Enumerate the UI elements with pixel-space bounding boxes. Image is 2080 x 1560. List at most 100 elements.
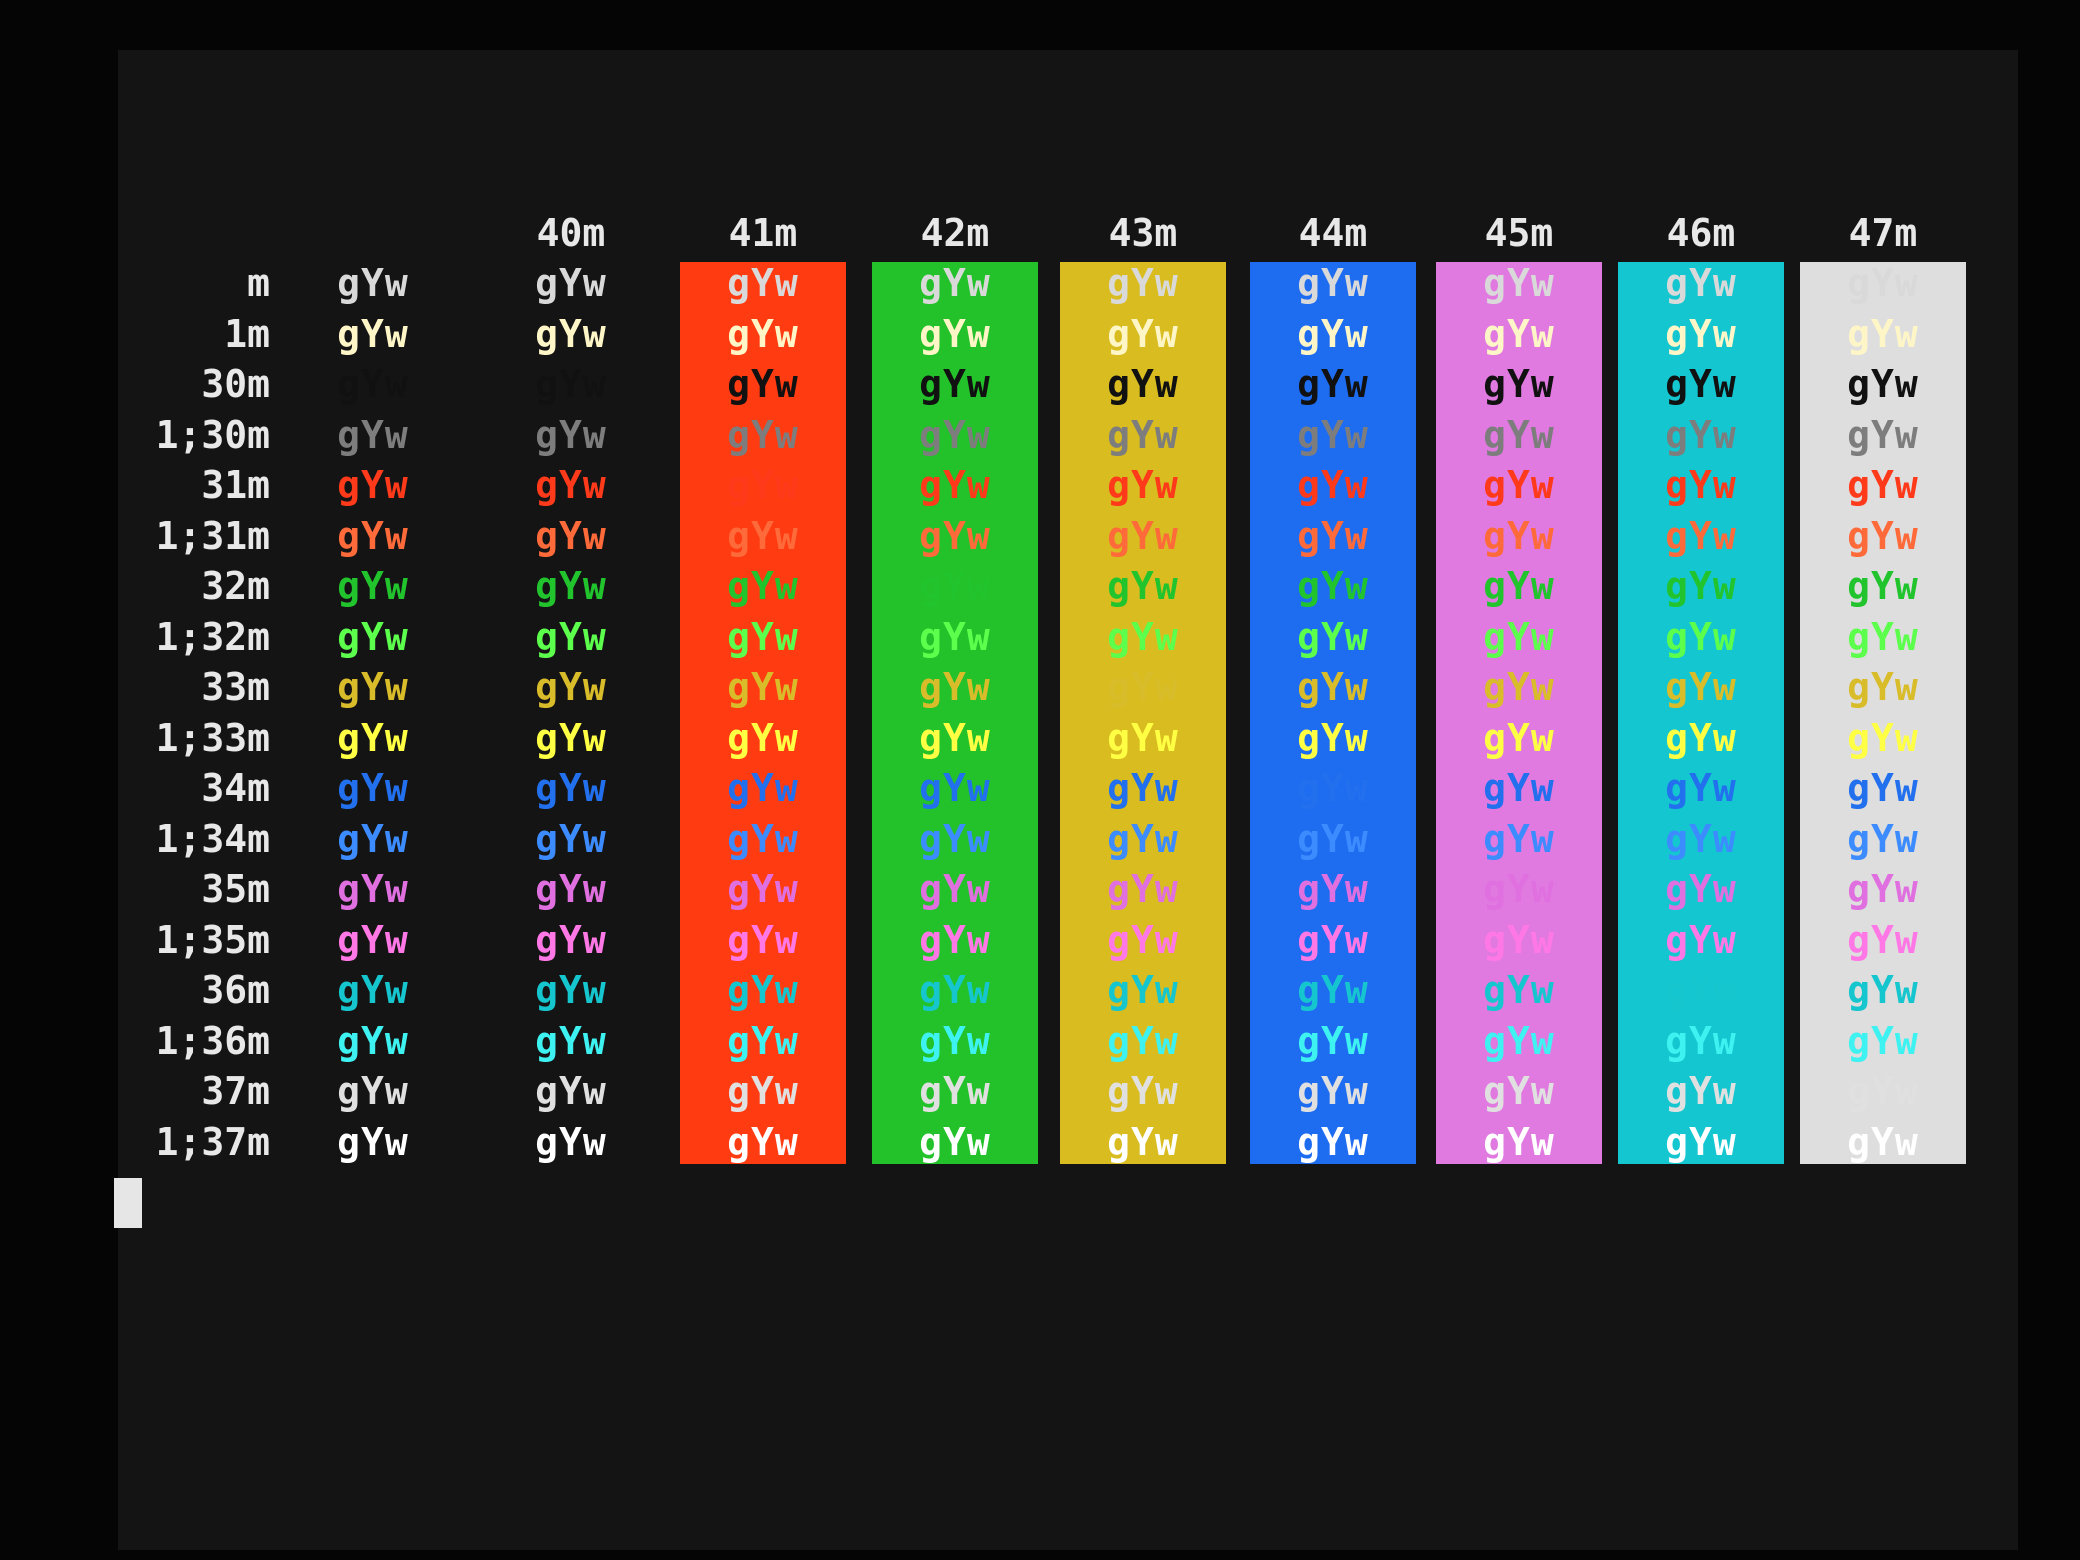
sample-cell: gYw <box>727 513 799 558</box>
row-label: 1m <box>224 311 270 356</box>
sample-cell: gYw <box>337 614 409 659</box>
sample-cell: gYw <box>535 362 607 406</box>
column-header-47m: 47m <box>1848 211 1918 255</box>
sample-cell: gYw <box>919 1069 991 1113</box>
sample-cell: gYw <box>1107 766 1179 810</box>
sample-cell: gYw <box>1483 564 1555 608</box>
sample-cell: gYw <box>337 261 409 305</box>
sample-cell: gYw <box>1665 816 1737 861</box>
sample-cell: gYw <box>1297 968 1369 1012</box>
sample-cell: gYw <box>727 1018 799 1063</box>
sample-cell: gYw <box>535 665 607 709</box>
sample-cell: gYw <box>919 715 991 760</box>
sample-cell: gYw <box>337 463 409 507</box>
column-header-40m: 40m <box>536 211 606 255</box>
sample-cell: gYw <box>727 816 799 861</box>
row-label: 36m <box>201 968 270 1012</box>
sample-cell: gYw <box>1665 362 1737 406</box>
sample-cell: gYw <box>919 362 991 406</box>
sample-cell: gYw <box>337 1119 409 1164</box>
sample-cell: gYw <box>535 311 607 356</box>
sample-cell: gYw <box>1483 614 1555 659</box>
sample-cell: gYw <box>1665 1018 1737 1063</box>
sample-cell: gYw <box>1483 513 1555 558</box>
sample-cell: gYw <box>1297 513 1369 558</box>
sample-cell: gYw <box>1847 362 1919 406</box>
sample-cell: gYw <box>337 1069 409 1113</box>
sample-cell: gYw <box>1297 614 1369 659</box>
sample-cell: gYw <box>1297 1018 1369 1063</box>
sample-cell: gYw <box>1483 311 1555 356</box>
sample-cell: gYw <box>1665 614 1737 659</box>
sample-cell: gYw <box>919 564 991 608</box>
row-label: 1;31m <box>155 513 270 558</box>
sample-cell: gYw <box>1665 311 1737 356</box>
sample-cell: gYw <box>337 412 409 457</box>
sample-cell: gYw <box>337 816 409 861</box>
sample-cell: gYw <box>1847 867 1919 911</box>
sample-cell: gYw <box>727 564 799 608</box>
sample-cell: gYw <box>535 1069 607 1113</box>
sample-cell: gYw <box>919 311 991 356</box>
sample-cell: gYw <box>727 715 799 760</box>
sample-cell: gYw <box>1107 261 1179 305</box>
sample-cell: gYw <box>919 968 991 1012</box>
sample-cell: gYw <box>727 917 799 962</box>
sample-cell: gYw <box>727 261 799 305</box>
row-label: 34m <box>201 766 270 810</box>
sample-cell: gYw <box>1107 614 1179 659</box>
sample-cell: gYw <box>337 968 409 1012</box>
sample-cell: gYw <box>1665 715 1737 760</box>
sample-cell: gYw <box>535 513 607 558</box>
sample-cell: gYw <box>1107 968 1179 1012</box>
sample-cell: gYw <box>1847 564 1919 608</box>
sample-cell: gYw <box>919 816 991 861</box>
sample-cell: gYw <box>727 412 799 457</box>
row-label: 1;32m <box>155 614 270 659</box>
sample-cell: gYw <box>727 867 799 911</box>
sample-cell: gYw <box>1107 917 1179 962</box>
sample-cell: gYw <box>1847 665 1919 709</box>
sample-cell: gYw <box>919 917 991 962</box>
sample-cell: gYw <box>1107 463 1179 507</box>
sample-cell: gYw <box>337 665 409 709</box>
sample-cell: gYw <box>1297 867 1369 911</box>
sample-cell: gYw <box>1297 665 1369 709</box>
column-header-43m: 43m <box>1108 211 1178 255</box>
sample-cell: gYw <box>337 564 409 608</box>
sample-cell: gYw <box>1847 766 1919 810</box>
row-label: 1;35m <box>155 917 270 962</box>
sample-cell: gYw <box>1483 968 1555 1012</box>
row-label: 1;36m <box>155 1018 270 1063</box>
sample-cell: gYw <box>1297 1069 1369 1113</box>
sample-cell: gYw <box>1297 362 1369 406</box>
sample-cell: gYw <box>727 463 799 507</box>
sample-cell: gYw <box>727 1119 799 1164</box>
sample-cell: gYw <box>1665 665 1737 709</box>
sample-cell: gYw <box>1297 715 1369 760</box>
sample-cell: gYw <box>1483 816 1555 861</box>
row-label: 32m <box>201 564 270 608</box>
sample-cell: gYw <box>1483 362 1555 406</box>
sample-cell: gYw <box>1107 715 1179 760</box>
sample-cell: gYw <box>1665 867 1737 911</box>
row-label: 1;34m <box>155 816 270 861</box>
sample-cell: gYw <box>1297 766 1369 810</box>
sample-cell: gYw <box>1665 1069 1737 1113</box>
sample-cell: gYw <box>1665 917 1737 962</box>
sample-cell: gYw <box>1665 463 1737 507</box>
sample-cell: gYw <box>535 463 607 507</box>
sample-cell: gYw <box>1847 614 1919 659</box>
sample-cell: gYw <box>535 968 607 1012</box>
sample-cell: gYw <box>919 1119 991 1164</box>
sample-cell: gYw <box>1847 968 1919 1012</box>
sample-cell: gYw <box>1483 766 1555 810</box>
sample-cell: gYw <box>1297 917 1369 962</box>
sample-cell: gYw <box>1665 513 1737 558</box>
sample-cell: gYw <box>1847 412 1919 457</box>
sample-cell: gYw <box>337 362 409 406</box>
sample-cell: gYw <box>337 1018 409 1063</box>
sample-cell: gYw <box>1847 311 1919 356</box>
sample-cell: gYw <box>1107 311 1179 356</box>
sample-cell: gYw <box>1107 412 1179 457</box>
